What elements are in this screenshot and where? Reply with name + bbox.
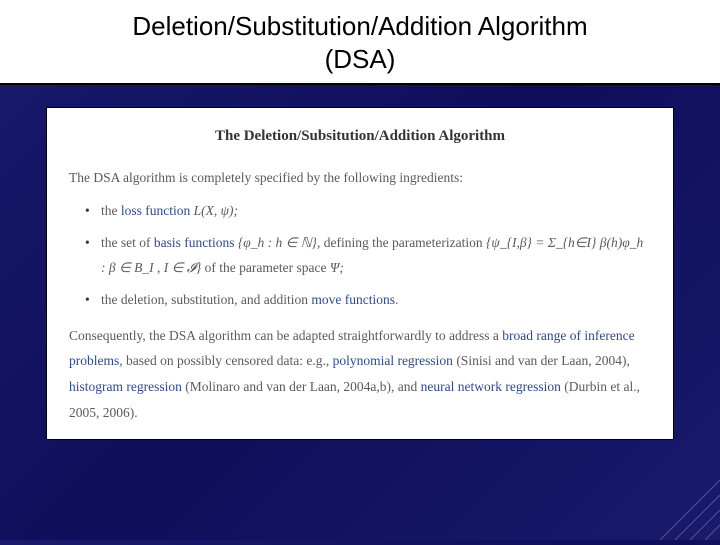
conclude-text: (Molinaro and van der Laan, 2004a,b), an… <box>182 379 421 394</box>
corner-decoration <box>650 470 720 540</box>
math-expr: {φ_h : h ∈ ℕ}, <box>235 235 324 250</box>
highlight-term: polynomial regression <box>333 353 453 368</box>
corner-lines-icon <box>650 470 720 540</box>
doc-intro: The DSA algorithm is completely specifie… <box>69 165 651 191</box>
title-line-2: (DSA) <box>325 44 396 74</box>
document-box: The Deletion/Subsitution/Addition Algori… <box>46 107 674 440</box>
bullet-list: the loss function L(X, ψ); the set of ba… <box>69 198 651 313</box>
bullet-text: of the parameter space <box>201 260 330 275</box>
math-expr: L(X, ψ); <box>190 203 238 218</box>
bullet-text: the deletion, substitution, and addition <box>101 292 311 307</box>
title-line-1: Deletion/Substitution/Addition Algorithm <box>132 11 587 41</box>
slide-title: Deletion/Substitution/Addition Algorithm… <box>20 10 700 75</box>
math-expr: Ψ; <box>330 260 344 275</box>
bullet-text: defining the parameterization <box>324 235 486 250</box>
list-item: the loss function L(X, ψ); <box>69 198 651 224</box>
highlight-term: histogram regression <box>69 379 182 394</box>
conclude-text: , based on possibly censored data: e.g., <box>119 353 332 368</box>
highlight-term: loss function <box>121 203 190 218</box>
bullet-text: . <box>395 292 398 307</box>
doc-heading: The Deletion/Subsitution/Addition Algori… <box>69 122 651 151</box>
conclude-text: Consequently, the DSA algorithm can be a… <box>69 328 502 343</box>
bullet-text: the <box>101 203 121 218</box>
bullet-text: the set of <box>101 235 154 250</box>
doc-conclusion: Consequently, the DSA algorithm can be a… <box>69 323 651 426</box>
highlight-term: basis functions <box>154 235 235 250</box>
conclude-text: (Sinisi and van der Laan, 2004), <box>453 353 630 368</box>
list-item: the set of basis functions {φ_h : h ∈ ℕ}… <box>69 230 651 281</box>
content-area: The Deletion/Subsitution/Addition Algori… <box>0 85 720 458</box>
highlight-term: move functions <box>311 292 395 307</box>
list-item: the deletion, substitution, and addition… <box>69 287 651 313</box>
slide-title-bar: Deletion/Substitution/Addition Algorithm… <box>0 0 720 85</box>
highlight-term: neural network regression <box>421 379 561 394</box>
